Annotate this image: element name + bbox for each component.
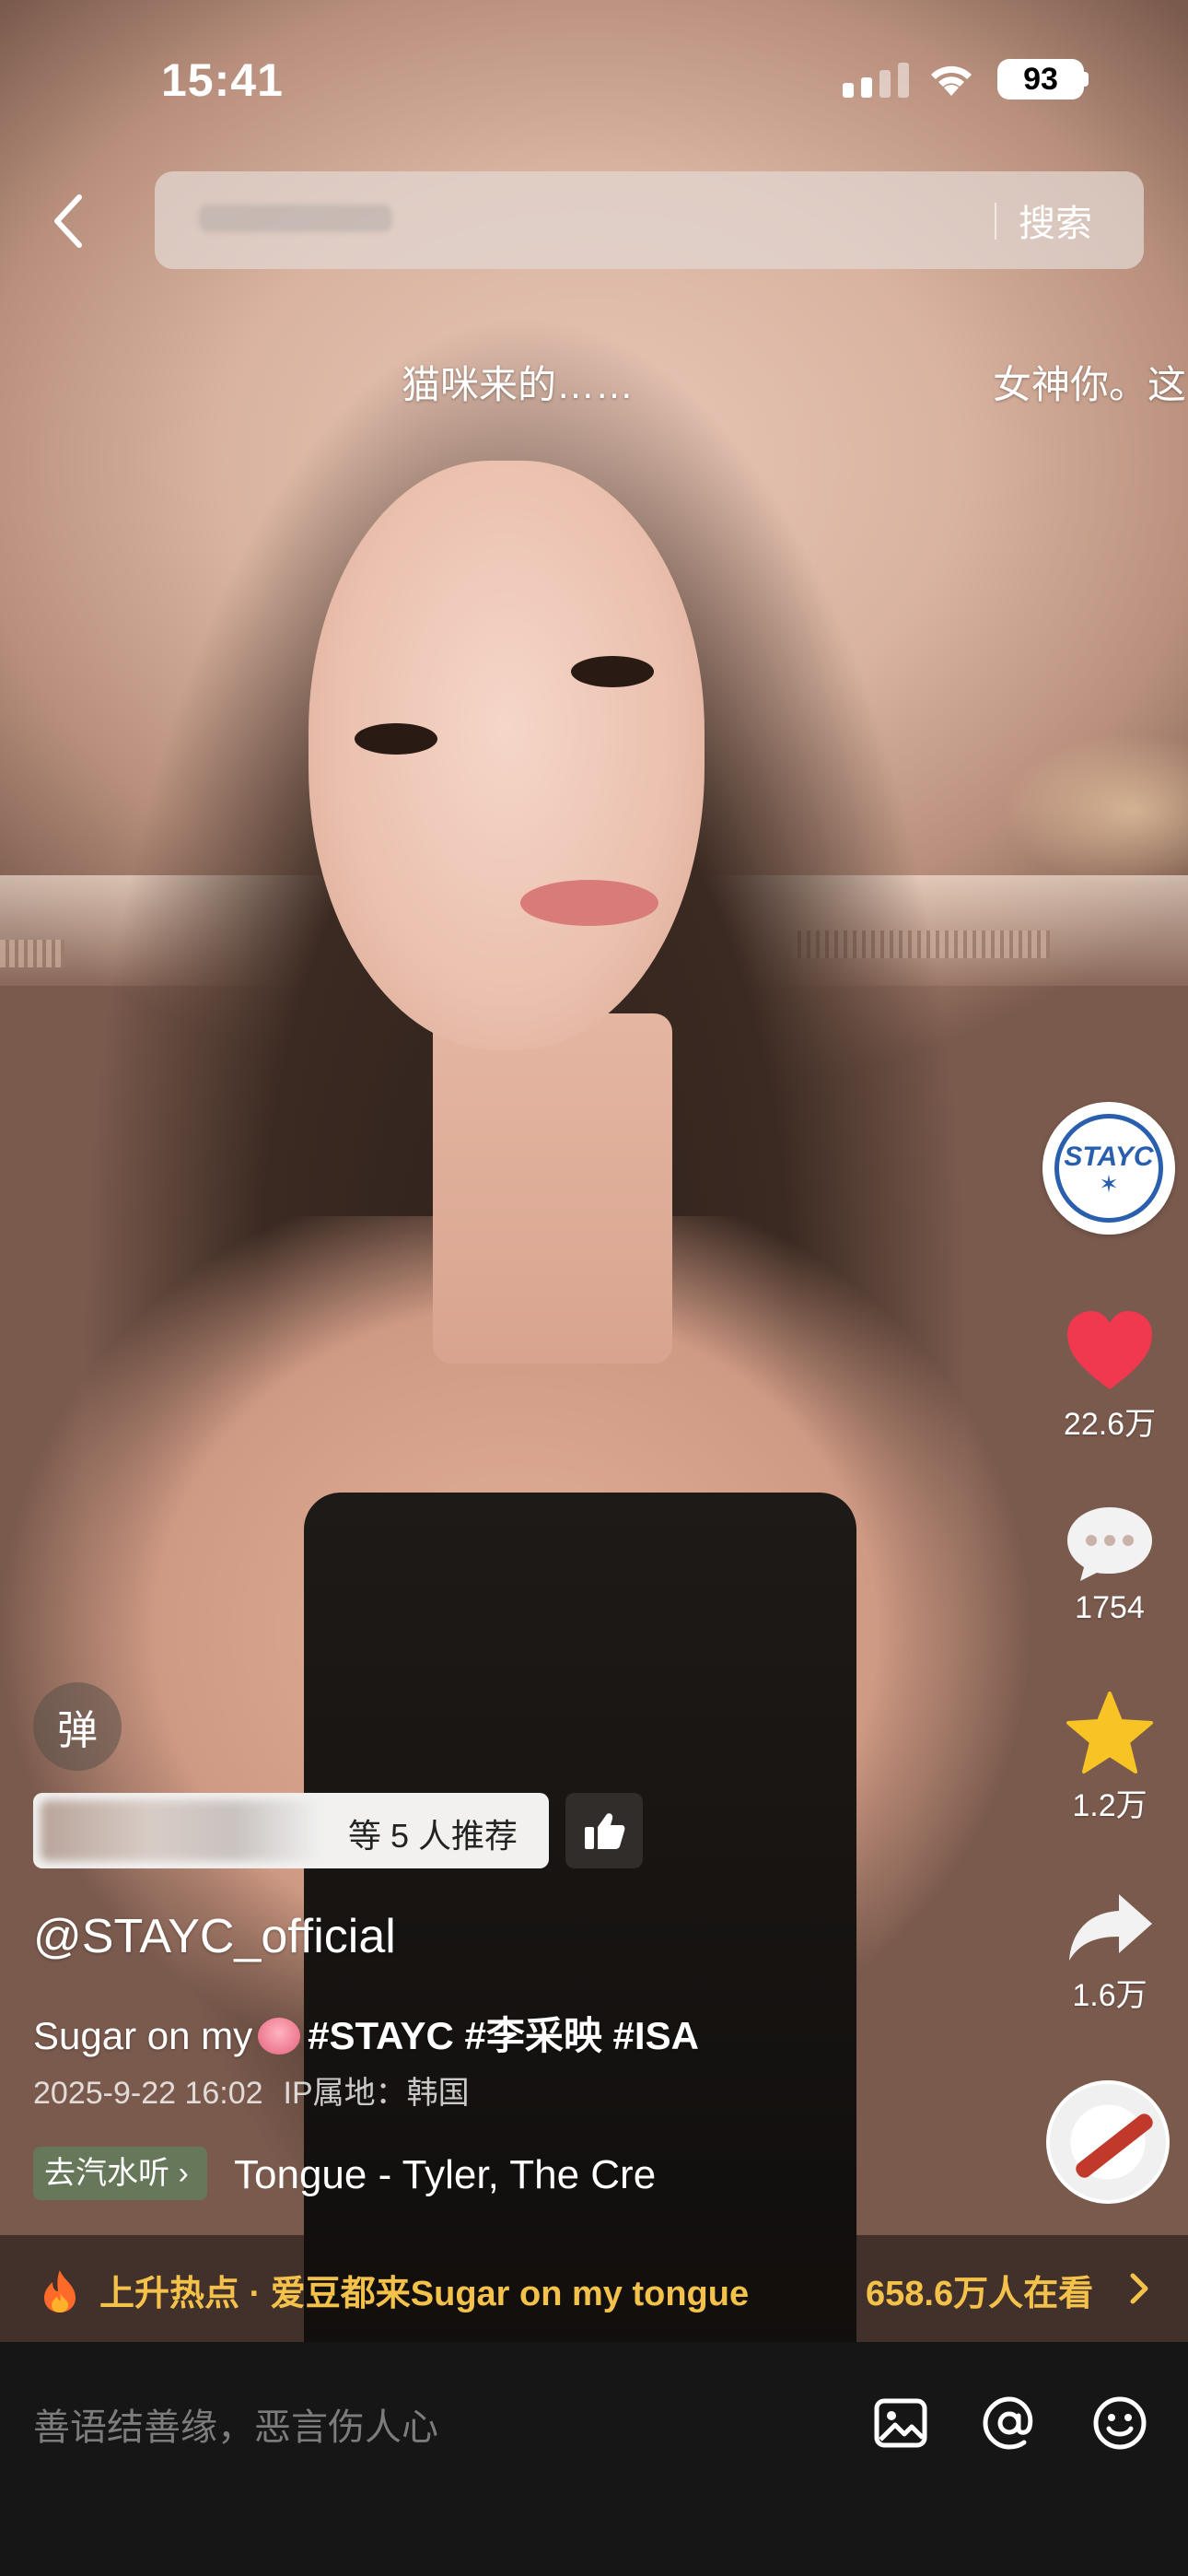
share-arrow-icon xyxy=(1069,1894,1152,1961)
share-count: 1.6万 xyxy=(1072,1978,1147,2013)
person-eye-right xyxy=(571,656,654,687)
thumbs-up-icon xyxy=(585,1813,625,1849)
caption-hashtags[interactable]: #STAYC #李采映 #ISA xyxy=(308,2014,699,2057)
star-icon xyxy=(1066,1692,1153,1774)
hot-topic-text: 上升热点 · 爱豆都来Sugar on my tongue xyxy=(99,2275,750,2313)
avatar-star-icon: ✶ xyxy=(1099,1170,1119,1198)
air-vent-left xyxy=(0,940,64,967)
favorite-count: 1.2万 xyxy=(1072,1788,1147,1823)
danmaku-comment: 女神你。这 xyxy=(993,363,1187,406)
fire-icon xyxy=(44,2270,76,2313)
caption-text: Sugar on my xyxy=(33,2014,253,2057)
comment-bar: 善语结善缘，恶言伤人心 xyxy=(0,2342,1188,2576)
emoji-smile-icon[interactable] xyxy=(1090,2394,1149,2453)
danmaku-toggle-button[interactable]: 弹 xyxy=(33,1682,122,1771)
ip-location: IP属地：韩国 xyxy=(283,2076,470,2111)
recommend-thumb-button[interactable] xyxy=(565,1793,643,1868)
comment-bubble-icon xyxy=(1067,1507,1152,1581)
person-eye-left xyxy=(355,723,437,755)
mouth-emoji-icon xyxy=(258,2018,301,2055)
cellular-signal-icon xyxy=(843,63,909,98)
person-neck xyxy=(433,1013,672,1364)
video-frame[interactable] xyxy=(0,0,1188,2342)
search-divider xyxy=(995,203,996,240)
music-cover-art xyxy=(1073,2111,1156,2181)
wifi-icon xyxy=(931,65,972,96)
qishui-label: 去汽水听 xyxy=(44,2156,169,2191)
favorite-button[interactable]: 1.2万 xyxy=(1041,1690,1179,1825)
author-username[interactable]: @STAYC_official xyxy=(33,1909,396,1964)
person-lips xyxy=(520,880,658,926)
post-date: 2025-9-22 16:02 xyxy=(33,2076,263,2111)
music-disc[interactable] xyxy=(1046,2080,1170,2204)
avatar-logo-text: STAYC xyxy=(1064,1142,1154,1172)
status-time: 15:41 xyxy=(161,54,284,106)
recommender-avatars-blurred xyxy=(41,1800,317,1861)
back-arrow-icon[interactable] xyxy=(44,184,96,258)
recommend-text: 等 5 人推荐 xyxy=(348,1817,518,1855)
image-icon[interactable] xyxy=(871,2394,930,2453)
mention-at-icon[interactable] xyxy=(980,2394,1039,2453)
recommend-pill[interactable]: 等 5 人推荐 xyxy=(33,1793,549,1868)
hot-topic-bar[interactable]: 上升热点 · 爱豆都来Sugar on my tongue 658.6万人在看 xyxy=(0,2235,1188,2342)
share-button[interactable]: 1.6万 xyxy=(1041,1891,1179,2015)
like-button[interactable]: 22.6万 xyxy=(1041,1308,1179,1444)
search-placeholder-blurred xyxy=(199,205,392,232)
comment-button[interactable]: 1754 xyxy=(1041,1504,1179,1626)
danmaku-comment: 猫咪来的…… xyxy=(402,363,635,406)
song-title[interactable]: Tongue - Tyler, The Cre xyxy=(234,2147,694,2204)
chevron-right-icon: › xyxy=(178,2156,189,2191)
comment-input[interactable]: 善语结善缘，恶言伤人心 xyxy=(33,2397,438,2451)
battery-indicator: 93 xyxy=(997,59,1084,100)
video-caption: Sugar on my #STAYC #李采映 #ISA xyxy=(33,2005,699,2061)
battery-cap xyxy=(1083,72,1089,87)
search-button[interactable]: 搜索 xyxy=(1019,193,1092,247)
heart-icon xyxy=(1067,1311,1152,1389)
person-face xyxy=(309,461,705,1050)
chevron-right-icon xyxy=(1130,2273,1148,2304)
listen-in-qishui-button[interactable]: 去汽水听 › xyxy=(33,2147,207,2200)
like-count: 22.6万 xyxy=(1063,1407,1157,1442)
search-bar[interactable]: 搜索 xyxy=(155,171,1144,269)
author-avatar[interactable]: STAYC ✶ xyxy=(1042,1102,1175,1235)
video-meta: 2025-9-22 16:02 IP属地：韩国 xyxy=(33,2067,490,2113)
hot-viewers-count: 658.6万人在看 xyxy=(866,2275,1094,2313)
comment-count: 1754 xyxy=(1075,1590,1145,1625)
